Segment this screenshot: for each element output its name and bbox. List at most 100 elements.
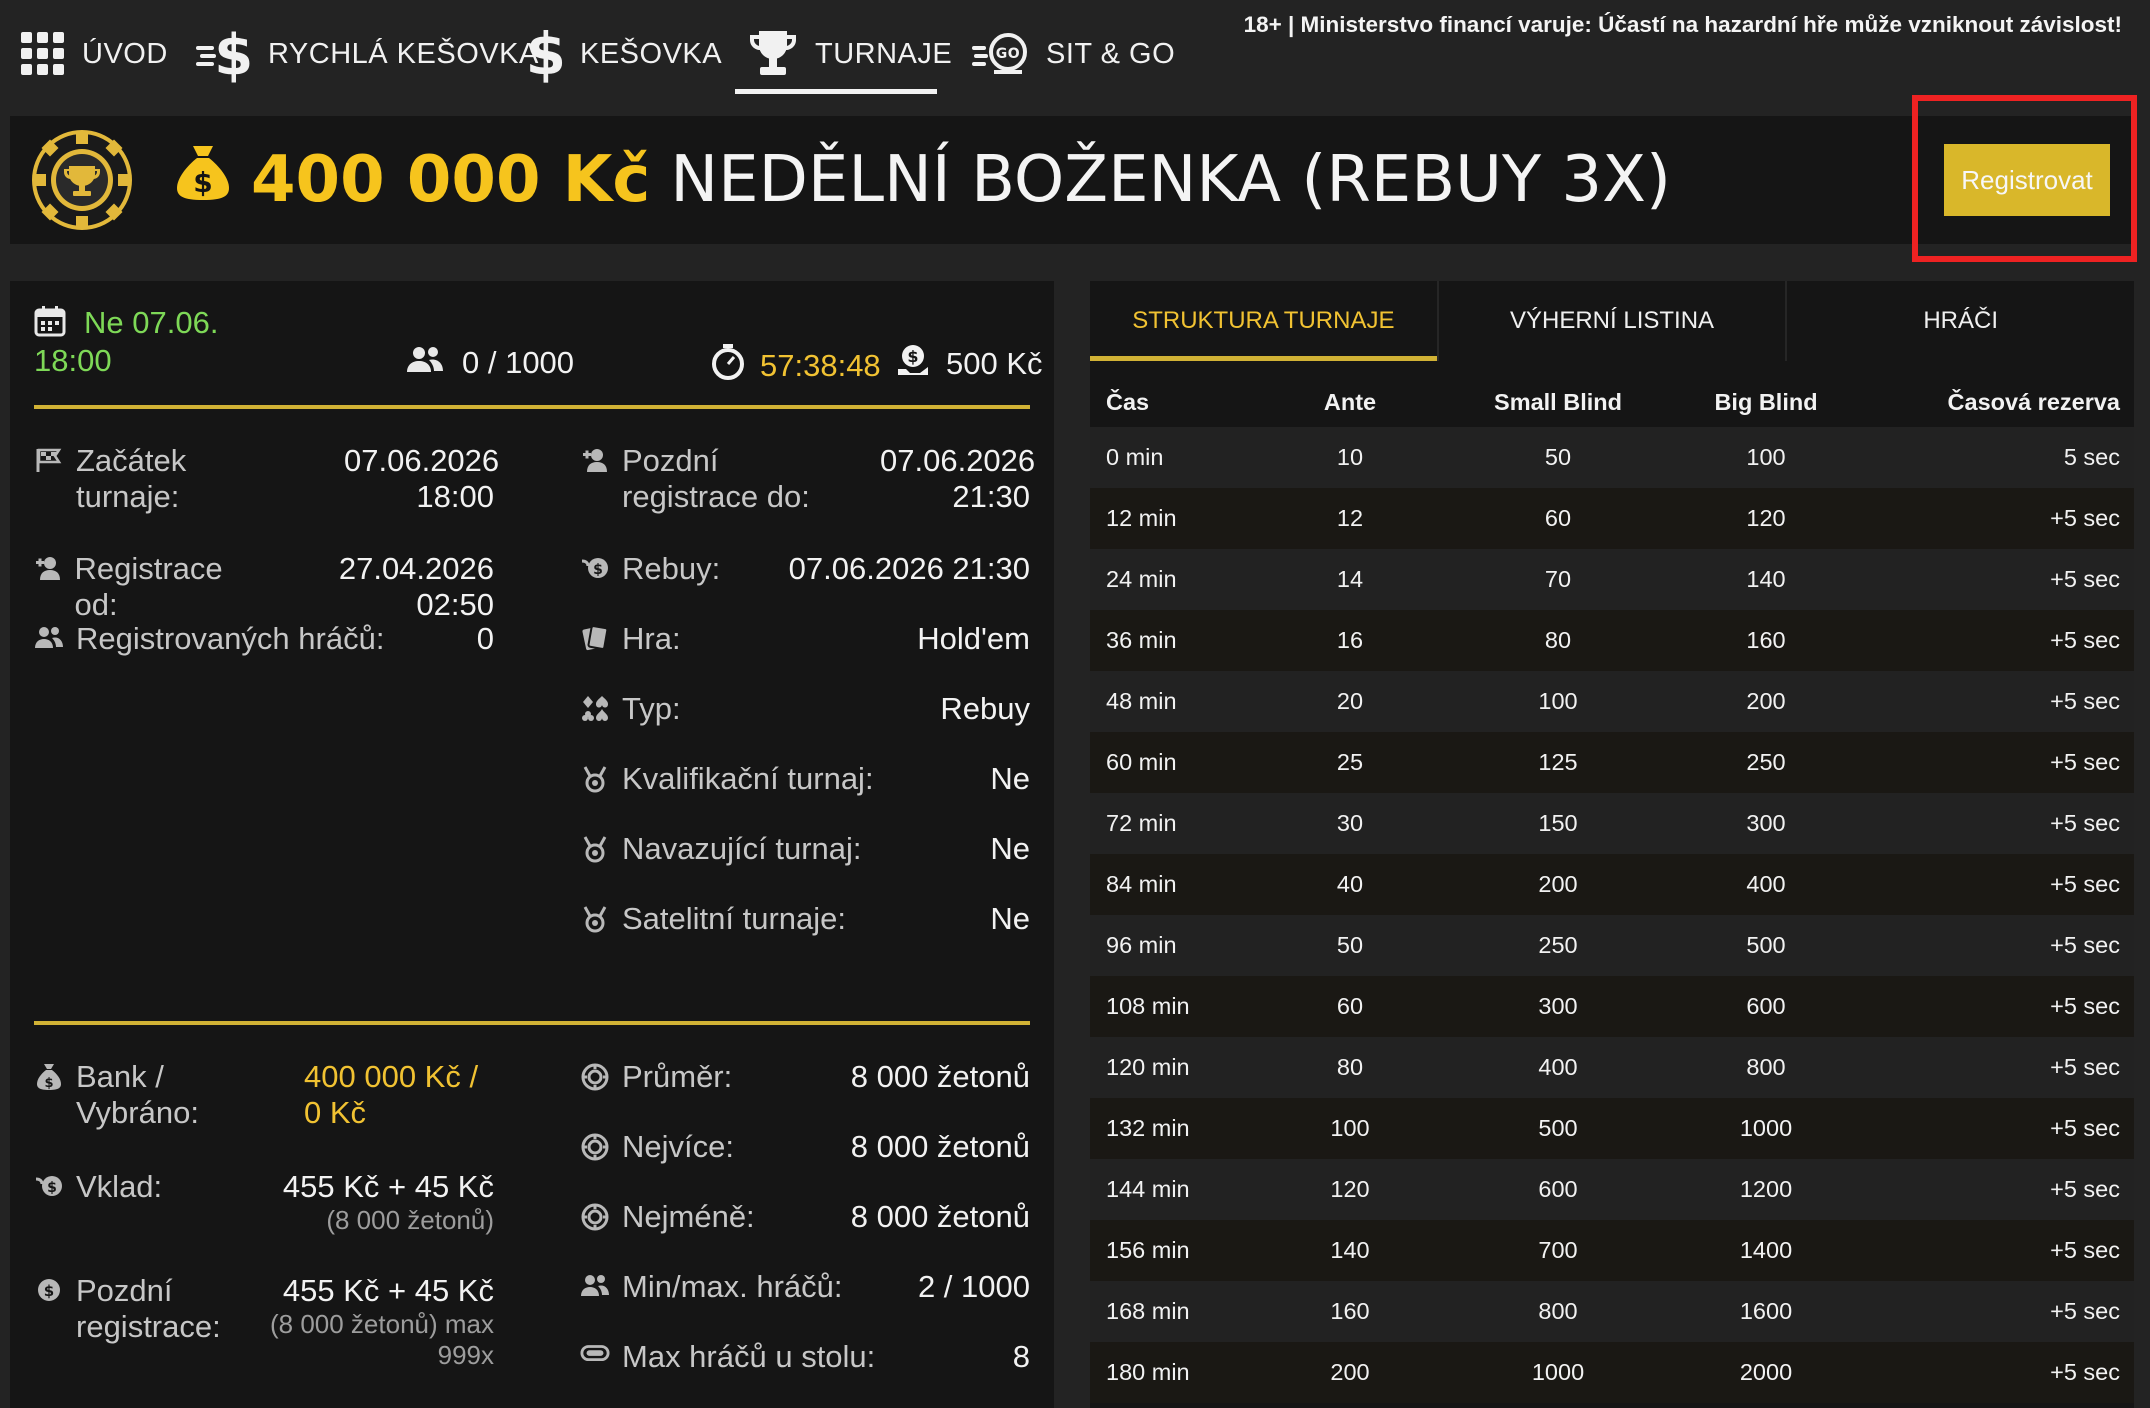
column-big-blind: Big Blind (1714, 388, 1818, 415)
table-row: 36 min 16 80 160 +5 sec (1090, 610, 2134, 671)
info-qualification: Kvalifikační turnaj: Ne (580, 761, 1030, 797)
chip-icon (580, 1059, 610, 1095)
info-deposit: $ Vklad: 455 Kč + 45 Kč (8 000 žetonů) (34, 1169, 494, 1236)
gambling-warning: 18+ | Ministerstvo financí varuje: Účast… (1243, 12, 2122, 37)
users-icon (580, 1269, 610, 1305)
table-row: 156 min 140 700 1400 +5 sec (1090, 1220, 2134, 1281)
players-count: 0 / 1000 (406, 345, 574, 381)
column-ante: Ante (1323, 388, 1377, 415)
medal-icon (580, 831, 610, 867)
user-add-icon (34, 551, 62, 623)
divider (34, 405, 1030, 409)
nav-uvod[interactable]: ÚVOD (20, 18, 168, 90)
table-row: 12 min 12 60 120 +5 sec (1090, 488, 2134, 549)
stopwatch-icon (710, 343, 746, 389)
nav-label: SIT & GO (1046, 37, 1176, 70)
user-add-icon (580, 443, 610, 515)
tournament-details-panel: Ne 07.06. 18:00 0 / 1000 57:38:48 $ 500 … (10, 281, 1054, 1408)
svg-text:$: $ (47, 1180, 57, 1196)
money-bag-icon: $ (175, 142, 231, 218)
table-row: 84 min 40 200 400 +5 sec (1090, 854, 2134, 915)
top-nav: ÚVOD $ RYCHLÁ KEŠOVKA $ KEŠOVKA TURNAJE (0, 0, 2150, 100)
table-row: 132 min 100 500 1000 +5 sec (1090, 1098, 2134, 1159)
coin-icon: $ (34, 1273, 64, 1371)
users-icon (34, 621, 64, 657)
tournament-title: $ 400 000 Kč NEDĚLNÍ BOŽENKA (REBUY 3X) (175, 134, 1671, 226)
svg-text:GO: GO (996, 46, 1020, 62)
svg-text:$: $ (907, 347, 918, 366)
svg-text:$: $ (44, 1076, 53, 1091)
tab-structure[interactable]: STRUKTURA TURNAJE (1090, 281, 1437, 361)
nav-label: ÚVOD (82, 37, 168, 70)
table-row: 168 min 160 800 1600 +5 sec (1090, 1281, 2134, 1342)
flag-icon (34, 443, 64, 515)
column-time: Čas (1106, 388, 1150, 415)
column-small-blind: Small Blind (1494, 388, 1622, 415)
info-game: Hra: Hold'em (580, 621, 1030, 657)
svg-text:$: $ (44, 1282, 54, 1300)
info-follow-up: Navazující turnaj: Ne (580, 831, 1030, 867)
nav-turnaje[interactable]: TURNAJE (735, 18, 952, 94)
medal-icon (580, 901, 610, 937)
tournament-chip-icon (32, 130, 132, 235)
register-button[interactable]: Registrovat (1944, 144, 2110, 216)
nav-label: RYCHLÁ KEŠOVKA (268, 37, 539, 70)
prize-amount: 400 000 Kč (251, 143, 651, 217)
tab-payout[interactable]: VÝHERNÍ LISTINA (1436, 281, 1786, 361)
nav-label: TURNAJE (815, 37, 953, 70)
cards-icon (580, 621, 610, 657)
divider (34, 1021, 1030, 1025)
chip-icon (580, 1129, 610, 1165)
svg-text:$: $ (528, 24, 564, 84)
tab-players[interactable]: HRÁČI (1785, 281, 2134, 361)
info-registered-players: Registrovaných hráčů: 0 (34, 621, 494, 657)
fast-dollar-icon: $ (196, 24, 252, 84)
medal-icon (580, 761, 610, 797)
countdown: 57:38:48 (710, 343, 881, 389)
svg-text:$: $ (193, 166, 212, 199)
nav-label: KEŠOVKA (580, 37, 723, 70)
info-average-stack: Průměr: 8 000 žetonů (580, 1059, 1030, 1095)
svg-text:$: $ (214, 24, 252, 84)
suits-icon (580, 691, 610, 727)
structure-panel: STRUKTURA TURNAJE VÝHERNÍ LISTINA HRÁČI … (1090, 281, 2134, 1408)
info-max-per-table: Max hráčů u stolu: 8 (580, 1339, 1030, 1375)
buyin: $ 500 Kč (896, 343, 1043, 385)
table-row: 72 min 30 150 300 +5 sec (1090, 793, 2134, 854)
table-row: 120 min 80 400 800 +5 sec (1090, 1037, 2134, 1098)
info-satellite: Satelitní turnaje: Ne (580, 901, 1030, 937)
money-bag-icon: $ (34, 1059, 64, 1131)
table-row: 144 min 120 600 1200 +5 sec (1090, 1159, 2134, 1220)
table-row: 48 min 20 100 200 +5 sec (1090, 671, 2134, 732)
info-min-max-players: Min/max. hráčů: 2 / 1000 (580, 1269, 1030, 1305)
calendar-icon (34, 305, 66, 342)
trophy-icon (747, 29, 799, 79)
rebuy-icon: $ (34, 1169, 64, 1236)
info-rebuy: $ Rebuy: 07.06.2026 21:30 (580, 551, 1030, 587)
table-row: 96 min 50 250 500 +5 sec (1090, 915, 2134, 976)
blinds-table: Čas Ante Small Blind Big Blind Časová re… (1090, 377, 2134, 1403)
users-icon (406, 345, 444, 381)
info-max-stack: Nejvíce: 8 000 žetonů (580, 1129, 1030, 1165)
nav-sit-and-go[interactable]: GO SIT & GO (972, 18, 1175, 90)
table-row: 60 min 25 125 250 +5 sec (1090, 732, 2134, 793)
info-min-stack: Nejméně: 8 000 žetonů (580, 1199, 1030, 1235)
info-registration-from: Registrace od: 27.04.2026 02:50 (34, 551, 494, 623)
chip-icon (580, 1199, 610, 1235)
dollar-icon: $ (528, 24, 564, 84)
tournament-date: Ne 07.06. (84, 305, 219, 340)
table-row: 24 min 14 70 140 +5 sec (1090, 549, 2134, 610)
info-type: Typ: Rebuy (580, 691, 1030, 727)
structure-tabs: STRUKTURA TURNAJE VÝHERNÍ LISTINA HRÁČI (1090, 281, 2134, 361)
table-row: 0 min 10 50 100 5 sec (1090, 427, 2134, 488)
tournament-name: NEDĚLNÍ BOŽENKA (REBUY 3X) (670, 143, 1671, 217)
tournament-time: 18:00 (34, 343, 112, 378)
nav-kesovka[interactable]: $ KEŠOVKA (528, 18, 722, 90)
nav-rychla-kesovka[interactable]: $ RYCHLÁ KEŠOVKA (196, 18, 539, 90)
info-late-registration-fee: $ Pozdní registrace: 455 Kč + 45 Kč (8 00… (34, 1273, 494, 1371)
grid-icon (20, 31, 66, 77)
info-start: Začátek turnaje: 07.06.2026 18:00 (34, 443, 499, 515)
tournament-header: $ 400 000 Kč NEDĚLNÍ BOŽENKA (REBUY 3X) (10, 116, 2135, 244)
table-header: Čas Ante Small Blind Big Blind Časová re… (1090, 377, 2134, 427)
table-row: 108 min 60 300 600 +5 sec (1090, 976, 2134, 1037)
